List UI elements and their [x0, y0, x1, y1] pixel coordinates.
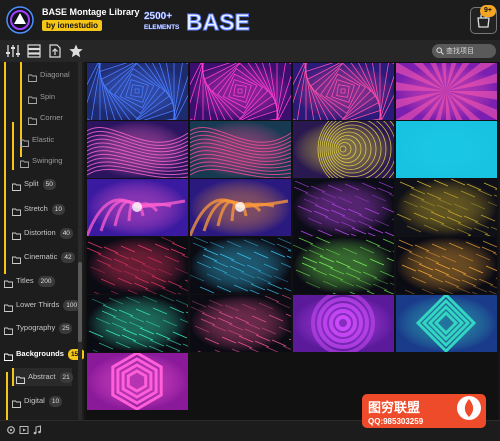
background-thumbnail[interactable]: [190, 179, 291, 236]
folder-icon: [16, 373, 25, 384]
folder-icon: [20, 136, 29, 147]
count-badge: 50: [42, 178, 56, 190]
folder-icon: [12, 397, 21, 408]
background-thumbnail[interactable]: [87, 63, 188, 120]
sidebar-item-abstract[interactable]: Abstract 21: [12, 368, 73, 386]
background-thumbnail[interactable]: [190, 295, 291, 352]
sliders-icon[interactable]: [5, 43, 21, 59]
background-thumbnail[interactable]: [87, 237, 188, 294]
tree-guide-line: [6, 372, 8, 420]
background-thumbnail[interactable]: [87, 179, 188, 236]
sidebar-item-swinging[interactable]: Swinging: [20, 152, 62, 170]
watermark-title: 图穷联盟: [368, 400, 420, 415]
background-thumbnail[interactable]: [190, 121, 291, 178]
sidebar-item-backgrounds[interactable]: Backgrounds 150: [4, 345, 84, 363]
music-icon[interactable]: [32, 425, 42, 435]
search-box[interactable]: [432, 44, 496, 58]
folder-icon: [4, 277, 13, 288]
category-sidebar: Diagonal Spin Corner Elastic Swinging Sp…: [0, 62, 84, 420]
folder-icon: [4, 350, 13, 361]
export-icon[interactable]: [47, 43, 63, 59]
folder-icon: [12, 205, 21, 216]
background-thumbnail[interactable]: [87, 353, 188, 410]
sidebar-scroll-thumb[interactable]: [78, 262, 82, 342]
banner-word: BASE: [186, 9, 250, 35]
count-badge: 10: [48, 395, 63, 407]
sidebar-item-digital[interactable]: Digital 10: [12, 392, 63, 410]
sidebar-item-split[interactable]: Split 50: [12, 175, 56, 193]
sidebar-item-diagonal[interactable]: Diagonal: [28, 66, 70, 84]
background-thumbnail[interactable]: [396, 237, 497, 294]
background-thumbnail[interactable]: [87, 121, 188, 178]
tree-guide-line: [4, 62, 6, 274]
watermark-qq: QQ:985303259: [368, 417, 424, 426]
cart-count-badge: 9+: [480, 5, 496, 17]
background-thumbnail[interactable]: [396, 179, 497, 236]
list-icon[interactable]: [26, 43, 42, 59]
base-banner: 2500+ ELEMENTS BASE: [144, 9, 251, 36]
sidebar-item-elastic[interactable]: Elastic: [20, 131, 54, 149]
count-badge: 40: [59, 227, 73, 239]
sidebar-item-typography[interactable]: Typography 25: [4, 319, 73, 337]
base-logo-icon: [6, 6, 34, 34]
background-thumbnail[interactable]: [293, 121, 394, 178]
background-thumbnail[interactable]: [396, 295, 497, 352]
app-title: BASE Montage Library: [42, 7, 140, 17]
background-thumbnail[interactable]: [396, 121, 497, 178]
sidebar-item-titles[interactable]: Titles 200: [4, 272, 55, 290]
background-thumbnail[interactable]: [293, 63, 394, 120]
count-badge: 10: [51, 203, 65, 215]
folder-icon: [4, 301, 13, 312]
sidebar-item-distortion[interactable]: Distortion 40: [12, 224, 73, 242]
watermark: 图穷联盟 QQ:985303259: [362, 390, 492, 430]
background-thumbnail[interactable]: [87, 295, 188, 352]
background-thumbnail[interactable]: [190, 237, 291, 294]
folder-icon: [28, 114, 37, 125]
folder-icon: [4, 324, 13, 335]
publisher-badge: by ionestudio: [42, 20, 102, 31]
banner-count: 2500+: [144, 11, 172, 22]
favorites-star-icon[interactable]: [68, 43, 84, 59]
background-thumbnail[interactable]: [293, 295, 394, 352]
count-badge: 42: [61, 251, 75, 263]
background-thumbnail[interactable]: [293, 237, 394, 294]
folder-icon: [28, 93, 37, 104]
background-thumbnail[interactable]: [293, 179, 394, 236]
banner-unit: ELEMENTS: [144, 24, 180, 31]
folder-icon: [12, 180, 21, 191]
settings-icon[interactable]: [6, 425, 16, 435]
sidebar-item-lower-thirds[interactable]: Lower Thirds 100: [4, 296, 81, 314]
folder-icon: [20, 157, 29, 168]
folder-icon: [12, 253, 21, 264]
count-badge: 21: [59, 371, 73, 383]
sidebar-scrollbar[interactable]: [78, 62, 82, 420]
count-badge: 200: [37, 275, 55, 287]
sidebar-item-corner[interactable]: Corner: [28, 109, 63, 127]
search-input[interactable]: [446, 44, 494, 58]
media-icon[interactable]: [19, 425, 29, 435]
thumbnail-grid: [86, 62, 498, 422]
sidebar-item-cinematic[interactable]: Cinematic 42: [12, 248, 75, 266]
sidebar-item-stretch[interactable]: Stretch 10: [12, 200, 65, 218]
background-thumbnail[interactable]: [190, 63, 291, 120]
count-badge: 25: [59, 322, 73, 334]
background-thumbnail[interactable]: [396, 63, 497, 120]
search-icon: [436, 47, 444, 55]
tree-guide-line: [12, 122, 14, 170]
folder-icon: [12, 229, 21, 240]
sidebar-item-spin[interactable]: Spin: [28, 88, 55, 106]
folder-icon: [28, 71, 37, 82]
